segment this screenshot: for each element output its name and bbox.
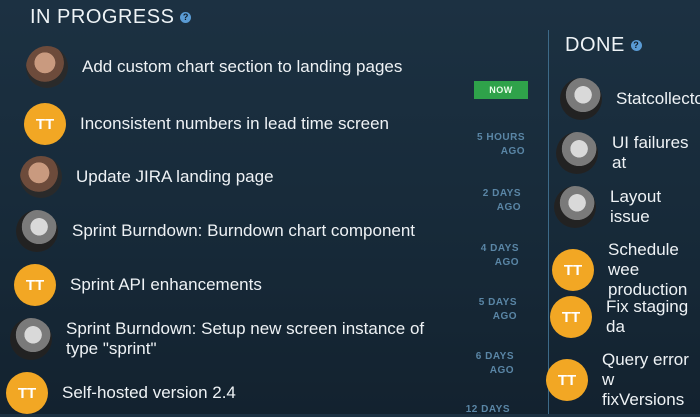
task-title: Add custom chart section to landing page… bbox=[82, 57, 403, 76]
done-title: DONE ? bbox=[565, 34, 642, 57]
task-title: Sprint API enhancements bbox=[70, 275, 262, 294]
avatar: TT bbox=[546, 359, 588, 401]
task-title: Self-hosted version 2.4 bbox=[62, 383, 236, 402]
in-progress-title-text: IN PROGRESS bbox=[30, 6, 175, 28]
list-item[interactable]: TT Fix staging da bbox=[550, 296, 700, 338]
avatar bbox=[554, 186, 596, 228]
task-title: Statcollecto bbox=[616, 89, 700, 108]
avatar bbox=[20, 156, 62, 198]
list-item[interactable]: TT Query error w fixVersions bbox=[546, 350, 700, 410]
task-title: Update JIRA landing page bbox=[76, 167, 274, 186]
help-icon[interactable]: ? bbox=[180, 12, 192, 23]
list-item[interactable]: TT Inconsistent numbers in lead time scr… bbox=[24, 103, 389, 145]
task-title: Sprint Burndown: Burndown chart componen… bbox=[72, 221, 416, 240]
timestamp: 4 DAYS AGO bbox=[480, 243, 519, 268]
list-item[interactable]: Sprint Burndown: Setup new screen instan… bbox=[10, 318, 424, 360]
avatar bbox=[560, 78, 602, 120]
list-item[interactable]: Add custom chart section to landing page… bbox=[26, 46, 402, 88]
list-item[interactable]: TT Schedule wee production bbox=[552, 240, 700, 300]
avatar bbox=[16, 210, 58, 252]
avatar: TT bbox=[24, 103, 66, 145]
timestamp: 12 DAYS bbox=[465, 404, 510, 415]
list-item[interactable]: UI failures at bbox=[556, 132, 700, 174]
done-title-text: DONE bbox=[565, 34, 625, 56]
task-title: Fix staging da bbox=[606, 297, 689, 336]
avatar bbox=[10, 318, 52, 360]
list-item[interactable]: TT Self-hosted version 2.4 bbox=[6, 372, 236, 414]
avatar bbox=[26, 46, 68, 88]
avatar: TT bbox=[6, 372, 48, 414]
avatar: TT bbox=[550, 296, 592, 338]
timestamp: 5 DAYS AGO bbox=[478, 297, 517, 322]
timestamp: 2 DAYS AGO bbox=[482, 188, 521, 213]
in-progress-title: IN PROGRESS ? bbox=[30, 6, 192, 29]
list-item[interactable]: TT Sprint API enhancements bbox=[14, 264, 262, 306]
help-icon[interactable]: ? bbox=[630, 40, 642, 51]
task-title: Query error w fixVersions bbox=[602, 350, 689, 409]
avatar: TT bbox=[14, 264, 56, 306]
task-title: Inconsistent numbers in lead time screen bbox=[80, 114, 389, 133]
task-title: Sprint Burndown: Setup new screen instan… bbox=[66, 319, 425, 358]
task-title: UI failures at bbox=[612, 133, 689, 172]
timestamp: 5 HOURS AGO bbox=[477, 132, 525, 157]
status-badge: NOW bbox=[474, 81, 528, 99]
task-title: Schedule wee production bbox=[608, 240, 688, 299]
list-item[interactable]: Layout issue bbox=[554, 186, 700, 228]
timestamp: 6 DAYS AGO bbox=[475, 351, 514, 376]
list-item[interactable]: Statcollecto bbox=[560, 78, 700, 120]
avatar bbox=[556, 132, 598, 174]
list-item[interactable]: Update JIRA landing page bbox=[20, 156, 274, 198]
list-item[interactable]: Sprint Burndown: Burndown chart componen… bbox=[16, 210, 415, 252]
avatar: TT bbox=[552, 249, 594, 291]
task-title: Layout issue bbox=[610, 187, 662, 226]
